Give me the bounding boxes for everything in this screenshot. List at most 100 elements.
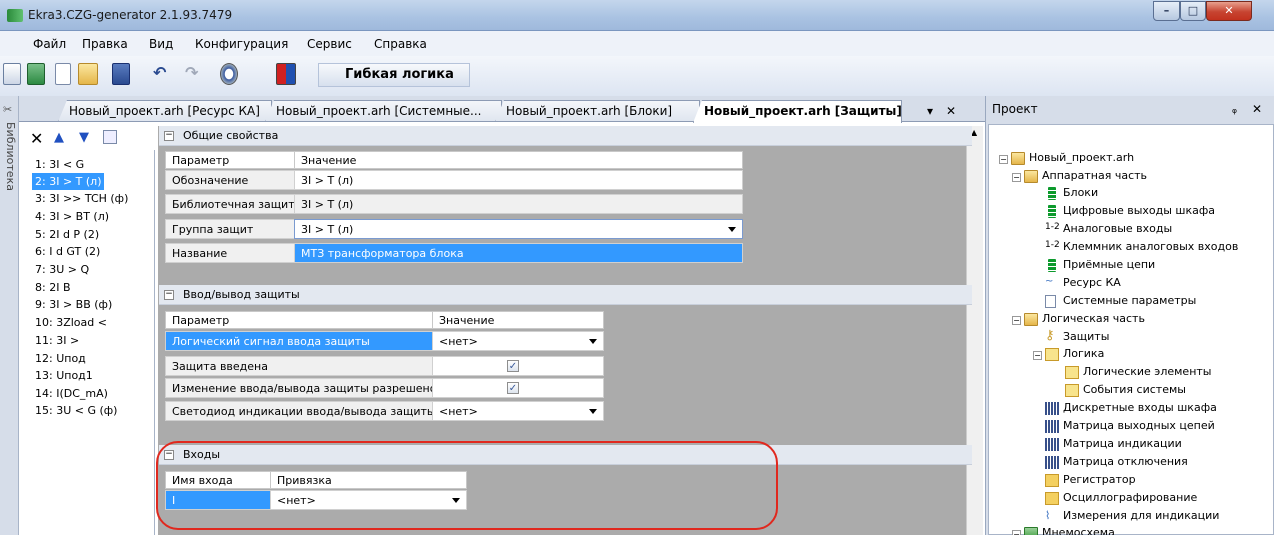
collapse-icon[interactable]: − — [164, 290, 174, 300]
protection-group-select[interactable]: 3I > T (л) — [294, 219, 743, 239]
new-file-icon[interactable] — [55, 63, 71, 85]
properties-icon[interactable] — [103, 130, 117, 144]
list-item[interactable]: 9: 3I > BB (ф) — [32, 296, 115, 313]
library-strip[interactable]: ✂ Библиотека — [0, 96, 19, 535]
led-indication-select[interactable]: <нет> — [432, 401, 604, 421]
menu-service[interactable]: Сервис — [307, 37, 352, 51]
tab-list-icon[interactable]: ▾ — [927, 104, 933, 118]
save-icon[interactable] — [112, 63, 130, 85]
panel-close-icon[interactable]: ✕ — [1252, 102, 1262, 116]
undo-icon[interactable]: ↶ — [153, 63, 171, 85]
tree-node-project[interactable]: Новый_проект.arh — [1011, 151, 1134, 169]
tab-system[interactable]: Новый_проект.arh [Системные... — [265, 100, 502, 122]
tree-node-measurements[interactable]: ⌇ Измерения для индикации — [1045, 509, 1219, 527]
open-folder-icon[interactable] — [78, 63, 98, 85]
expand-icon[interactable]: − — [1012, 530, 1021, 535]
list-item[interactable]: 8: 2I B — [32, 279, 74, 296]
tree-node-mnemonic[interactable]: Мнемосхема — [1024, 526, 1115, 535]
tab-close-icon[interactable]: ✕ — [946, 104, 956, 118]
tree-node-system-events[interactable]: События системы — [1065, 383, 1186, 401]
tree-node-analog-inputs[interactable]: 1-2 Аналоговые входы — [1045, 222, 1172, 240]
value-designation[interactable]: 3I > T (л) — [294, 170, 743, 190]
input-binding-select[interactable]: <нет> — [270, 490, 467, 510]
list-item[interactable]: 5: 2I d P (2) — [32, 226, 102, 243]
matrix-icon — [1045, 402, 1059, 415]
collapse-icon[interactable]: − — [999, 155, 1008, 164]
pin-icon[interactable]: ᵩ — [1232, 102, 1237, 116]
tree-node-output-matrix[interactable]: Матрица выходных цепей — [1045, 419, 1215, 437]
group-general-header[interactable]: − Общие свойства — [159, 126, 972, 146]
tree-node-discrete-inputs[interactable]: Дискретные входы шкафа — [1045, 401, 1217, 419]
tree-node-analog-terminal[interactable]: 1-2 Клеммник аналоговых входов — [1045, 240, 1238, 258]
collapse-icon[interactable]: − — [164, 450, 174, 460]
tab-blocks[interactable]: Новый_проект.arh [Блоки] — [495, 100, 700, 122]
chevron-down-icon[interactable] — [728, 227, 736, 232]
list-item[interactable]: 6: I d GT (2) — [32, 243, 103, 260]
list-item[interactable]: 11: 3I > — [32, 332, 82, 349]
list-item[interactable]: 10: 3Zload < — [32, 314, 110, 331]
group-io-header[interactable]: − Ввод/вывод защиты — [159, 285, 972, 305]
list-item[interactable]: 13: Uпод1 — [32, 367, 96, 384]
tab-resource-ka[interactable]: Новый_проект.arh [Ресурс КА] — [58, 100, 272, 122]
vertical-scrollbar[interactable]: ▲ — [966, 126, 983, 535]
tree-node-oscillography[interactable]: Осциллографирование — [1045, 491, 1197, 509]
tree-node-system-params[interactable]: Системные параметры — [1045, 294, 1196, 312]
move-up-icon[interactable]: ▲ — [54, 130, 64, 145]
protection-enabled-checkbox[interactable]: ✓ — [507, 360, 519, 372]
tools-icon[interactable]: ✂ — [3, 103, 15, 116]
tree-node-trip-matrix[interactable]: Матрица отключения — [1045, 455, 1188, 473]
excel-icon[interactable] — [27, 63, 45, 85]
list-item[interactable]: 2: 3I > T (л) — [32, 173, 105, 190]
export-icon[interactable] — [276, 63, 296, 85]
tree-node-resource-ka[interactable]: ~ Ресурс КА — [1045, 276, 1121, 294]
menu-file[interactable]: Файл — [33, 37, 66, 51]
menu-view[interactable]: Вид — [149, 37, 173, 51]
delete-icon[interactable]: ✕ — [30, 129, 43, 148]
io-change-allowed-checkbox[interactable]: ✓ — [507, 382, 519, 394]
list-item[interactable]: 12: Uпод — [32, 350, 89, 367]
collapse-icon[interactable]: − — [1012, 173, 1021, 182]
list-item[interactable]: 4: 3I > BT (л) — [32, 208, 112, 225]
minimize-button[interactable]: – — [1153, 1, 1180, 21]
menu-help[interactable]: Справка — [374, 37, 427, 51]
tree-node-logic-part[interactable]: Логическая часть — [1024, 312, 1145, 330]
tree-node-hardware[interactable]: Аппаратная часть — [1024, 169, 1147, 187]
group-inputs-header[interactable]: − Входы — [159, 445, 972, 465]
compile-icon[interactable] — [220, 63, 238, 85]
list-item[interactable]: 7: 3U > Q — [32, 261, 92, 278]
tree-node-protections[interactable]: ⚷ Защиты — [1045, 328, 1109, 348]
list-item[interactable]: 1: 3I < G — [32, 156, 87, 173]
chevron-down-icon[interactable] — [589, 339, 597, 344]
maximize-button[interactable]: □ — [1180, 1, 1206, 21]
collapse-icon[interactable]: − — [1012, 316, 1021, 325]
tree-node-receiving-circuits[interactable]: Приёмные цепи — [1045, 258, 1155, 276]
redo-icon[interactable]: ↷ — [185, 63, 203, 85]
column-header-value: Значение — [294, 151, 743, 169]
list-item[interactable]: 14: I(DC_mA) — [32, 385, 111, 402]
move-down-icon[interactable]: ▼ — [79, 130, 89, 145]
list-item[interactable]: 3: 3I >> TCH (ф) — [32, 190, 131, 207]
chevron-down-icon[interactable] — [452, 498, 460, 503]
list-view-icon[interactable] — [3, 63, 21, 85]
chart-icon: ⌇ — [1045, 509, 1051, 522]
collapse-icon[interactable]: − — [1033, 351, 1042, 360]
tree-node-logic-elements[interactable]: Логические элементы — [1065, 365, 1212, 383]
list-item[interactable]: 15: 3U < G (ф) — [32, 402, 120, 419]
param-protection-group: Группа защит — [165, 219, 295, 239]
param-logic-signal[interactable]: Логический сигнал ввода защиты — [165, 331, 433, 351]
tree-node-blocks[interactable]: Блоки — [1045, 186, 1098, 204]
value-name[interactable]: МТЗ трансформатора блока — [294, 243, 743, 263]
close-button[interactable]: ✕ — [1206, 1, 1252, 21]
logic-signal-select[interactable]: <нет> — [432, 331, 604, 351]
input-name[interactable]: I — [165, 490, 271, 510]
tree-node-recorder[interactable]: Регистратор — [1045, 473, 1136, 491]
menu-configuration[interactable]: Конфигурация — [195, 37, 288, 51]
tree-node-indication-matrix[interactable]: Матрица индикации — [1045, 437, 1182, 455]
tree-node-digital-outputs[interactable]: Цифровые выходы шкафа — [1045, 204, 1215, 222]
flex-logic-button[interactable]: Гибкая логика — [318, 63, 470, 87]
tab-protections[interactable]: Новый_проект.arh [Защиты] — [693, 100, 902, 123]
menu-edit[interactable]: Правка — [82, 37, 128, 51]
tree-node-logic[interactable]: Логика — [1045, 347, 1104, 365]
collapse-icon[interactable]: − — [164, 131, 174, 141]
chevron-down-icon[interactable] — [589, 409, 597, 414]
